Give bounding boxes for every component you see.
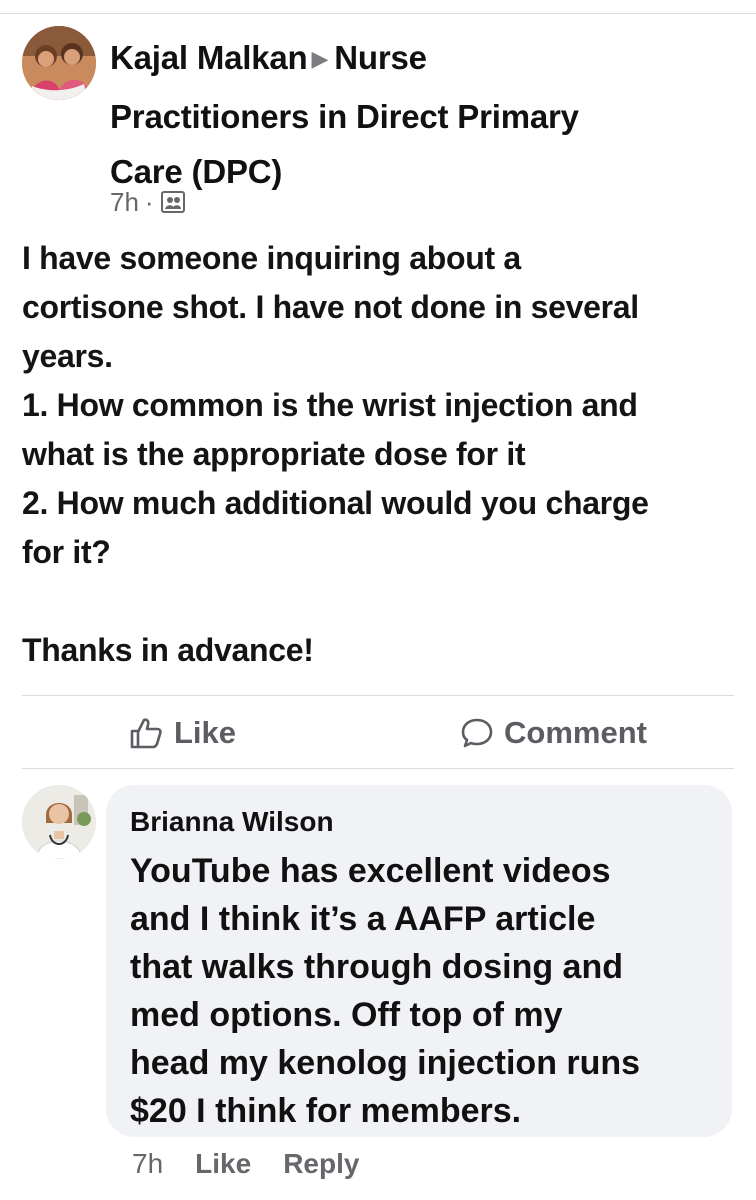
- group-name-line-2[interactable]: Practitioners in Direct Primary: [110, 89, 730, 144]
- post-body-line: 2. How much additional would you charge: [22, 485, 649, 521]
- like-label: Like: [174, 715, 237, 750]
- comment-text-line: and I think it’s a AAFP article: [130, 900, 596, 938]
- post-author-avatar[interactable]: [22, 26, 96, 100]
- like-button[interactable]: Like: [128, 710, 236, 756]
- action-bar-bottom-divider: [22, 768, 734, 769]
- post-header: Kajal Malkan ▶ Nurse Practitioners in Dire…: [110, 30, 730, 199]
- group-icon: [160, 189, 186, 215]
- post-body-line: for it?: [22, 534, 111, 570]
- comment-text-line: YouTube has excellent videos: [130, 852, 611, 890]
- comment-label: Comment: [504, 715, 647, 750]
- comment-reply-button[interactable]: Reply: [283, 1148, 359, 1180]
- comment-text-line: $20 I think for members.: [130, 1092, 522, 1130]
- comment-text: YouTube has excellent videos and I think…: [130, 847, 708, 1135]
- comment-like-button[interactable]: Like: [195, 1148, 251, 1180]
- post-author-name[interactable]: Kajal Malkan: [110, 39, 308, 76]
- comment-text-line: head my kenolog injection runs: [130, 1044, 641, 1082]
- post-body-line: years.: [22, 338, 113, 374]
- post-body-blank-line: [22, 577, 742, 626]
- comment-timestamp[interactable]: 7h: [132, 1148, 163, 1180]
- group-name-first-word[interactable]: Nurse: [334, 39, 427, 76]
- commenter-name[interactable]: Brianna Wilson: [130, 803, 708, 841]
- top-divider: [0, 13, 756, 14]
- post-body-line: what is the appropriate dose for it: [22, 436, 526, 472]
- post-timestamp[interactable]: 7h: [110, 187, 139, 218]
- separator-dot: ·: [144, 186, 154, 217]
- group-name-line-3[interactable]: Care (DPC): [110, 144, 730, 199]
- comment-text-line: that walks through dosing and: [130, 948, 623, 986]
- comment-text-line: med options. Off top of my: [130, 996, 563, 1034]
- comment-button[interactable]: Comment: [460, 710, 647, 756]
- arrow-right-icon: ▶: [311, 46, 329, 71]
- comment-bubble: Brianna Wilson YouTube has excellent vid…: [106, 785, 732, 1137]
- post-body-line: I have someone inquiring about a: [22, 240, 521, 276]
- thumbs-up-icon: [130, 718, 162, 749]
- action-bar-top-divider: [22, 695, 734, 696]
- comment-icon: [461, 718, 493, 748]
- post-body-line: cortisone shot. I have not done in sever…: [22, 289, 639, 325]
- comment-meta: 7h Like Reply: [132, 1148, 391, 1180]
- post-body: I have someone inquiring about a cortiso…: [22, 234, 742, 675]
- post-body-line: Thanks in advance!: [22, 632, 314, 668]
- post-meta: 7h ·: [110, 186, 186, 218]
- post-body-line: 1. How common is the wrist injection and: [22, 387, 638, 423]
- commenter-avatar[interactable]: [22, 785, 96, 859]
